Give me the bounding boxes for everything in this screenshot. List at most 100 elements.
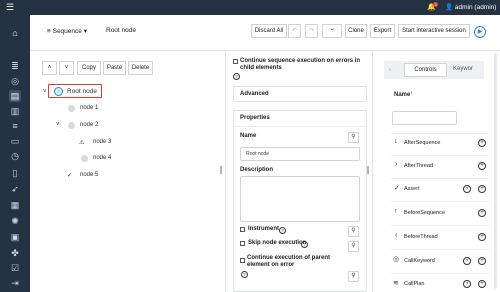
clone-button[interactable]: Clone bbox=[345, 24, 367, 38]
library-item[interactable]: CallKeyword bbox=[404, 258, 435, 264]
description-label: Description bbox=[240, 167, 274, 173]
add-icon[interactable]: + bbox=[478, 257, 486, 265]
menu-icon[interactable]: ☰ bbox=[6, 3, 14, 12]
library-item[interactable]: CallPlan bbox=[404, 281, 424, 287]
resize-handle[interactable] bbox=[220, 166, 222, 174]
play-icon[interactable]: ▶ bbox=[474, 26, 486, 38]
move-down-button[interactable]: ˅ bbox=[59, 61, 74, 75]
continue-label: Continue sequence execution on errors in… bbox=[240, 58, 361, 71]
node-icon bbox=[68, 122, 75, 129]
chip-icon[interactable]: ▣ bbox=[9, 231, 21, 243]
tab-controls[interactable]: Controls bbox=[404, 63, 447, 77]
rocket-icon[interactable]: ➶ bbox=[9, 183, 21, 195]
divider bbox=[391, 201, 489, 202]
divider bbox=[391, 133, 489, 134]
tree-node-2[interactable]: node 2 bbox=[80, 122, 98, 128]
layers-icon[interactable]: ≣ bbox=[9, 60, 21, 72]
arrow-up-icon[interactable]: ↑ bbox=[410, 91, 413, 97]
root-node-icon: ≡ bbox=[54, 87, 63, 96]
branch-icon[interactable]: ⑂ bbox=[322, 24, 342, 38]
resize-handle[interactable] bbox=[367, 166, 369, 174]
continue-parent-checkbox[interactable] bbox=[240, 258, 245, 263]
add-icon[interactable]: + bbox=[478, 233, 486, 241]
continue-parent-label: Continue execution of parent element on … bbox=[247, 255, 331, 268]
start-session-button[interactable]: Start interactive session bbox=[398, 24, 470, 38]
library-item[interactable]: BeforeThread bbox=[404, 234, 438, 240]
name-input[interactable]: Root node bbox=[240, 147, 360, 161]
add-icon[interactable]: + bbox=[478, 139, 486, 147]
check-icon[interactable]: ☑ bbox=[9, 262, 21, 274]
clock-icon[interactable]: ◷ bbox=[9, 150, 21, 162]
redo-icon[interactable]: ↷ bbox=[305, 24, 318, 38]
target-icon: ◎ bbox=[393, 256, 400, 263]
puzzle-icon[interactable]: ✤ bbox=[9, 247, 21, 259]
pin-icon[interactable]: ⚲ bbox=[348, 132, 359, 143]
delete-button[interactable]: Delete bbox=[128, 61, 153, 75]
list-icon[interactable]: ≡ bbox=[9, 120, 21, 132]
move-up-button[interactable]: ˄ bbox=[42, 61, 57, 75]
chevron-right-icon: › bbox=[395, 161, 398, 168]
expand-icon[interactable]: ˅ bbox=[56, 122, 60, 128]
pin-icon[interactable]: ⚲ bbox=[348, 271, 359, 282]
help-icon[interactable]: ? bbox=[241, 271, 248, 278]
tree-root-node[interactable]: Root node bbox=[67, 88, 97, 95]
report-icon[interactable]: ▦ bbox=[9, 199, 21, 211]
library-item[interactable]: BeforeSequence bbox=[404, 210, 445, 216]
help-icon[interactable]: ? bbox=[463, 185, 471, 193]
user-menu[interactable]: 👤 admin (admin) bbox=[445, 3, 496, 11]
help-icon[interactable]: ? bbox=[463, 280, 471, 288]
skip-checkbox[interactable] bbox=[240, 241, 245, 246]
home-icon[interactable]: ⌂ bbox=[9, 27, 21, 39]
panel-divider bbox=[225, 51, 226, 292]
chevron-left-icon[interactable]: ‹ bbox=[389, 67, 391, 73]
add-icon[interactable]: + bbox=[478, 185, 486, 193]
globe-icon[interactable]: ◎ bbox=[9, 75, 21, 87]
instrument-label: Instrument bbox=[248, 226, 280, 232]
help-icon[interactable]: ? bbox=[233, 73, 240, 80]
library-scrollbar[interactable] bbox=[494, 53, 497, 289]
add-icon[interactable]: + bbox=[478, 162, 486, 170]
panel-divider bbox=[372, 51, 373, 292]
file-icon[interactable]: ▥ bbox=[9, 105, 21, 117]
page-icon[interactable]: ▭ bbox=[9, 135, 21, 147]
library-item[interactable]: AfterSequence bbox=[404, 140, 440, 146]
tab-keywords[interactable]: Keywor bbox=[453, 66, 473, 72]
tree-node-1[interactable]: node 1 bbox=[80, 105, 98, 111]
check-icon: ✓ bbox=[394, 185, 400, 192]
paste-button[interactable]: Paste bbox=[103, 61, 126, 75]
advanced-header[interactable]: Advanced bbox=[240, 91, 269, 97]
library-item[interactable]: Assert bbox=[404, 186, 420, 192]
name-column-header[interactable]: Name bbox=[394, 92, 410, 98]
tree-node-4[interactable]: node 4 bbox=[93, 155, 111, 161]
page-icon[interactable]: ▯ bbox=[9, 167, 21, 179]
tree-node-3[interactable]: node 3 bbox=[93, 139, 111, 145]
library-item[interactable]: AfterThread bbox=[404, 163, 433, 169]
instrument-checkbox[interactable] bbox=[240, 227, 245, 232]
undo-icon[interactable]: ↶ bbox=[288, 24, 301, 38]
library-filter-input[interactable] bbox=[392, 111, 457, 125]
help-icon[interactable]: ? bbox=[301, 241, 308, 248]
name-label: Name bbox=[240, 133, 257, 139]
expand-icon[interactable]: ˅ bbox=[43, 89, 47, 95]
discard-all-button[interactable]: Discard All bbox=[251, 24, 287, 38]
copy-button[interactable]: Copy bbox=[77, 61, 101, 75]
tree-node-5[interactable]: node 5 bbox=[80, 172, 98, 178]
description-input[interactable] bbox=[240, 176, 360, 222]
view-select[interactable]: ≡ Sequence ▾ bbox=[47, 27, 87, 35]
layers-icon: ≋ bbox=[393, 280, 399, 287]
side-nav: ⌂ ≣ ◎ ▤ ▥ ≡ ▭ ◷ ▯ ➶ ▦ ✺ ▣ ✤ ☑ ⇥ bbox=[0, 15, 30, 292]
pin-icon[interactable]: ⚲ bbox=[348, 226, 359, 237]
continue-checkbox[interactable] bbox=[233, 59, 238, 64]
export-button[interactable]: Export bbox=[370, 24, 395, 38]
pin-icon[interactable]: ⚲ bbox=[348, 241, 359, 252]
help-icon[interactable]: ? bbox=[463, 257, 471, 265]
logout-icon[interactable]: ⇥ bbox=[9, 277, 21, 289]
divider bbox=[391, 178, 489, 179]
arrow-down-icon: ↓ bbox=[394, 138, 398, 145]
add-icon[interactable]: + bbox=[478, 280, 486, 288]
add-icon[interactable]: + bbox=[478, 209, 486, 217]
document-icon[interactable]: ▤ bbox=[9, 90, 21, 102]
help-icon[interactable]: ? bbox=[279, 227, 286, 234]
notification-badge: 3 bbox=[433, 2, 439, 7]
bug-icon[interactable]: ✺ bbox=[9, 215, 21, 227]
